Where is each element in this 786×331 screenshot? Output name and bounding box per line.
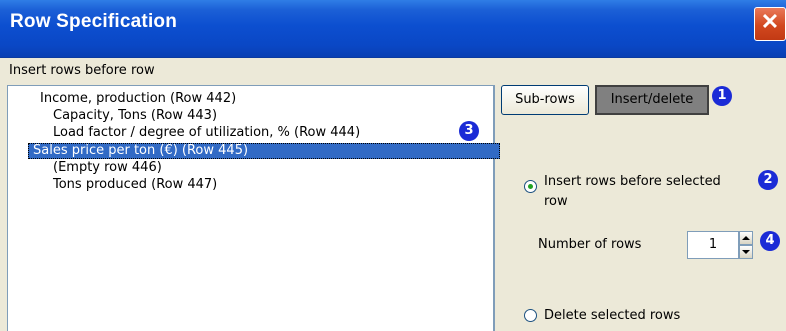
badge-2: 2 xyxy=(758,170,778,190)
window-title: Row Specification xyxy=(10,11,178,32)
list-item[interactable]: Tons produced (Row 447) xyxy=(53,177,217,193)
list-item-selected[interactable]: Sales price per ton (€) (Row 445) xyxy=(28,143,500,159)
rows-listbox[interactable]: Income, production (Row 442) Capacity, T… xyxy=(7,85,500,331)
badge-3: 3 xyxy=(459,121,479,141)
tab-insert-delete[interactable]: Insert/delete xyxy=(595,85,709,115)
close-icon: ✕ xyxy=(760,9,780,34)
list-item[interactable]: (Empty row 446) xyxy=(53,160,162,176)
list-item[interactable]: Capacity, Tons (Row 443) xyxy=(53,108,217,124)
list-item[interactable]: Income, production (Row 442) xyxy=(40,91,236,107)
insert-before-label: Insert rows before selected xyxy=(544,174,721,189)
delete-selected-label: Delete selected rows xyxy=(544,308,681,323)
insert-before-label-cont: row xyxy=(544,194,568,209)
delete-selected-radio[interactable] xyxy=(524,309,537,322)
list-item[interactable]: Load factor / degree of utilization, % (… xyxy=(53,125,360,141)
insert-rows-label: Insert rows before row xyxy=(9,63,155,78)
spin-up-button[interactable] xyxy=(739,231,753,245)
spin-up-icon xyxy=(742,236,750,240)
insert-before-radio[interactable] xyxy=(524,180,537,193)
number-of-rows-label: Number of rows xyxy=(538,237,642,252)
badge-4: 4 xyxy=(760,231,780,251)
spin-down-button[interactable] xyxy=(739,245,753,259)
tab-sub-rows[interactable]: Sub-rows xyxy=(501,85,589,115)
spin-down-icon xyxy=(742,250,750,254)
row-specification-dialog: Row Specification ✕ Insert rows before r… xyxy=(0,0,786,331)
number-of-rows-input[interactable]: 1 xyxy=(687,231,739,259)
title-bar[interactable]: Row Specification ✕ xyxy=(0,0,786,58)
close-button[interactable]: ✕ xyxy=(754,7,786,41)
badge-1: 1 xyxy=(712,86,732,106)
